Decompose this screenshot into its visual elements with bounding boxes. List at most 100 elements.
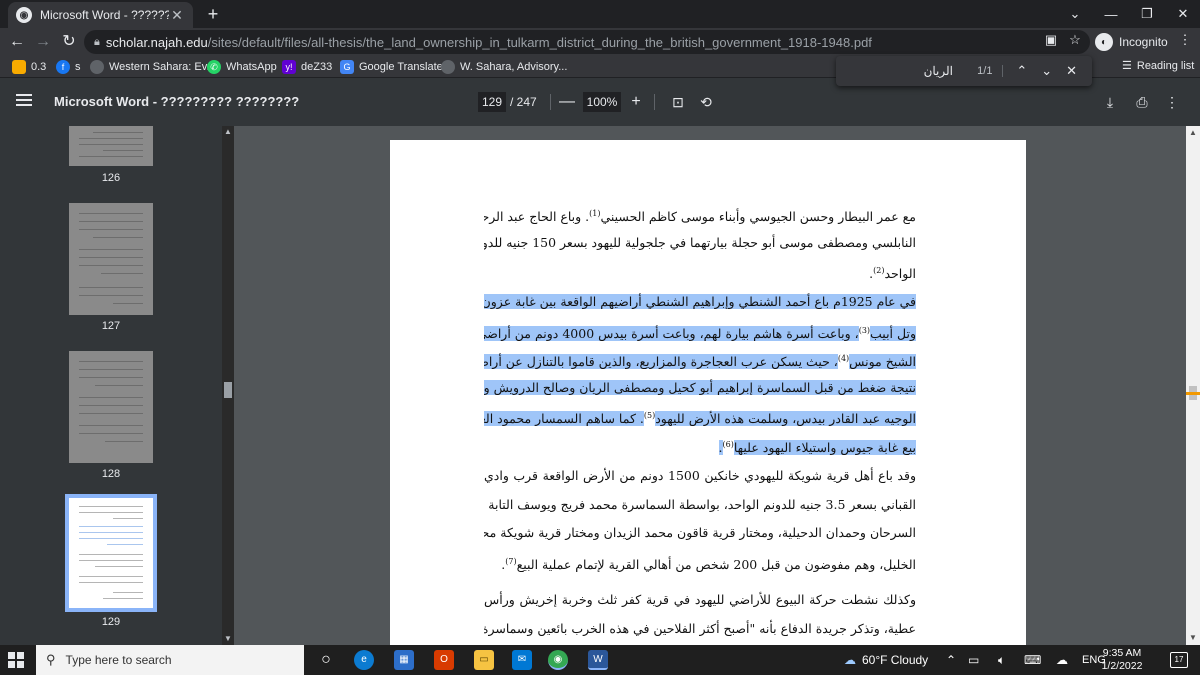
- keyboard-icon[interactable]: ⌨: [1024, 645, 1041, 675]
- volume-icon[interactable]: 🔈︎: [998, 645, 1005, 675]
- weather-widget[interactable]: ☁ 60°F Cloudy: [844, 645, 928, 675]
- zoom-out-button[interactable]: —: [557, 91, 577, 113]
- bookmark-item[interactable]: fs: [56, 59, 81, 75]
- store-icon[interactable]: ▦: [394, 650, 414, 670]
- paragraph-4: وكذلك نشطت حركة البيوع للأراضي لليهود في…: [484, 586, 916, 643]
- address-bar[interactable]: 🔒︎ scholar.najah.edu/sites/default/files…: [84, 30, 1090, 54]
- weather-text: 60°F Cloudy: [862, 653, 929, 667]
- incognito-label: Incognito: [1119, 35, 1168, 49]
- page-thumbnail[interactable]: [69, 351, 153, 463]
- find-next-button[interactable]: ⌄: [1034, 63, 1059, 79]
- system-clock[interactable]: 9:35 AM 1/2/2022: [1090, 647, 1154, 673]
- chrome-icon[interactable]: ◉: [548, 650, 568, 670]
- zoom-in-button[interactable]: +: [626, 91, 646, 113]
- document-scrollbar[interactable]: ▲ ▼: [1186, 126, 1200, 645]
- pdf-page: مع عمر البيطار وحسن الجيوسي وأبناء موسى …: [390, 140, 1026, 645]
- notification-center-icon[interactable]: 17: [1170, 652, 1188, 668]
- file-explorer-icon[interactable]: ▭: [474, 650, 494, 670]
- thumbnail-label: 127: [101, 320, 121, 332]
- rotate-icon[interactable]: ⟲: [696, 92, 716, 112]
- reading-list-button[interactable]: ☰ Reading list: [1122, 59, 1194, 73]
- find-close-button[interactable]: ✕: [1059, 63, 1084, 79]
- scrollbar-thumb[interactable]: [224, 382, 232, 398]
- scroll-up-arrow-icon[interactable]: ▲: [1186, 126, 1200, 140]
- facebook-icon: f: [56, 60, 70, 74]
- edge-icon[interactable]: e: [354, 650, 374, 670]
- text-line: في عام 1925م باع أحمد الشنطي وإبراهيم ال…: [484, 288, 916, 317]
- windows-start-icon[interactable]: [8, 652, 24, 668]
- text-line: وقد باع أهل قرية شويكة لليهودي خانكين 15…: [484, 468, 916, 483]
- close-window-button[interactable]: ✕: [1160, 0, 1200, 28]
- forward-button[interactable]: →: [32, 31, 54, 53]
- onedrive-icon[interactable]: ☁: [1056, 645, 1068, 675]
- thumbnail-label: 129: [101, 616, 121, 628]
- bookmark-item[interactable]: ✆ WhatsApp: [207, 59, 277, 75]
- url-host: scholar.najah.edu: [105, 34, 208, 50]
- url-path: /sites/default/files/all-thesis/the_land…: [207, 34, 872, 50]
- network-icon[interactable]: ▭: [968, 645, 979, 675]
- bookmark-item[interactable]: W. Sahara, Advisory...: [441, 59, 567, 75]
- find-bar: الريان 1/1 ⌃ ⌄ ✕: [836, 56, 1092, 86]
- fit-page-icon[interactable]: ⊡: [668, 92, 688, 112]
- office-icon[interactable]: O: [434, 650, 454, 670]
- incognito-indicator[interactable]: ◐ Incognito: [1095, 31, 1168, 53]
- back-button[interactable]: ←: [6, 31, 28, 53]
- clock-date: 1/2/2022: [1101, 660, 1143, 672]
- tab-title: Microsoft Word - ????????? ????????: [40, 8, 169, 22]
- cortana-icon[interactable]: ○: [316, 650, 336, 670]
- globe-icon: [90, 60, 104, 74]
- reading-list-icon: ☰: [1122, 60, 1132, 72]
- find-input[interactable]: الريان: [844, 64, 959, 78]
- bookmark-item[interactable]: y! deZ33: [282, 59, 332, 75]
- translate-icon: G: [340, 60, 354, 74]
- text-line: الشيخ مونس(4)، حيث يسكن عرب العجاجرة وال…: [484, 345, 916, 374]
- find-match-count: 1/1: [959, 65, 1004, 77]
- page-thumbnail[interactable]: [69, 203, 153, 315]
- page-thumbnail-active[interactable]: [65, 494, 157, 612]
- more-options-icon[interactable]: ⋮: [1162, 92, 1182, 112]
- url-text: scholar.najah.edu/sites/default/files/al…: [106, 35, 872, 50]
- scroll-down-arrow-icon[interactable]: ▼: [1186, 631, 1200, 645]
- clock-time: 9:35 AM: [1102, 647, 1142, 659]
- download-icon[interactable]: ⤓: [1100, 92, 1120, 112]
- zoom-input[interactable]: 100%: [583, 92, 621, 112]
- pdf-viewer: 126 127 128 129 ▲ ▼ مع عمر البيطار وحسن …: [0, 126, 1200, 645]
- scroll-down-arrow-icon[interactable]: ▼: [222, 633, 234, 645]
- paragraph-2-highlighted: في عام 1925م باع أحمد الشنطي وإبراهيم ال…: [484, 288, 916, 459]
- globe-icon: [441, 60, 455, 74]
- sidebar-menu-icon[interactable]: [16, 94, 32, 106]
- taskbar-search-placeholder: Type here to search: [65, 653, 172, 667]
- page-total: / 247: [510, 95, 537, 109]
- text-line: القباني بسعر 3.5 جنيه للدونم الواحد، بوا…: [484, 496, 916, 512]
- bookmark-item[interactable]: G Google Translate: [340, 59, 443, 75]
- bookmark-item[interactable]: 0.3: [12, 59, 46, 75]
- paragraph-1: مع عمر البيطار وحسن الجيوسي وأبناء موسى …: [484, 200, 916, 286]
- taskbar-search[interactable]: ⚲ Type here to search: [36, 645, 304, 675]
- save-pdf-icon[interactable]: ▣: [1042, 32, 1060, 48]
- new-tab-button[interactable]: +: [203, 4, 223, 24]
- toolbar-divider: [550, 94, 551, 110]
- text-line: بيع غابة جيوس واستيلاء اليهود عليها(6).: [718, 439, 916, 455]
- word-icon[interactable]: W: [588, 650, 608, 670]
- cloud-icon: ☁: [844, 653, 856, 667]
- more-menu-icon[interactable]: ⋮: [1176, 32, 1194, 48]
- page-number-input[interactable]: 129: [478, 92, 506, 112]
- yahoo-icon: y!: [282, 60, 296, 74]
- text-line: السرحان وحمدان الدحيلية، ومختار قرية قاق…: [484, 525, 916, 540]
- reload-button[interactable]: ↻: [58, 31, 80, 53]
- find-previous-button[interactable]: ⌃: [1009, 63, 1034, 79]
- sidebar-scrollbar[interactable]: ▲ ▼: [222, 126, 234, 645]
- search-icon: ⚲: [46, 652, 56, 667]
- close-tab-icon[interactable]: ✕: [169, 7, 185, 24]
- folder-icon: [12, 60, 26, 74]
- bookmark-item[interactable]: Western Sahara: Ev...: [90, 59, 216, 75]
- bookmark-star-icon[interactable]: ☆: [1066, 32, 1084, 48]
- chrome-icon: ◉: [16, 7, 32, 23]
- tray-chevron-icon[interactable]: ⌃: [946, 645, 956, 675]
- whatsapp-icon: ✆: [207, 60, 221, 74]
- browser-tab[interactable]: ◉ Microsoft Word - ????????? ???????? ✕: [8, 2, 193, 28]
- print-icon[interactable]: ⎙: [1132, 92, 1152, 112]
- mail-icon[interactable]: ✉: [512, 650, 532, 670]
- scroll-up-arrow-icon[interactable]: ▲: [222, 126, 234, 138]
- page-thumbnail[interactable]: [69, 126, 153, 166]
